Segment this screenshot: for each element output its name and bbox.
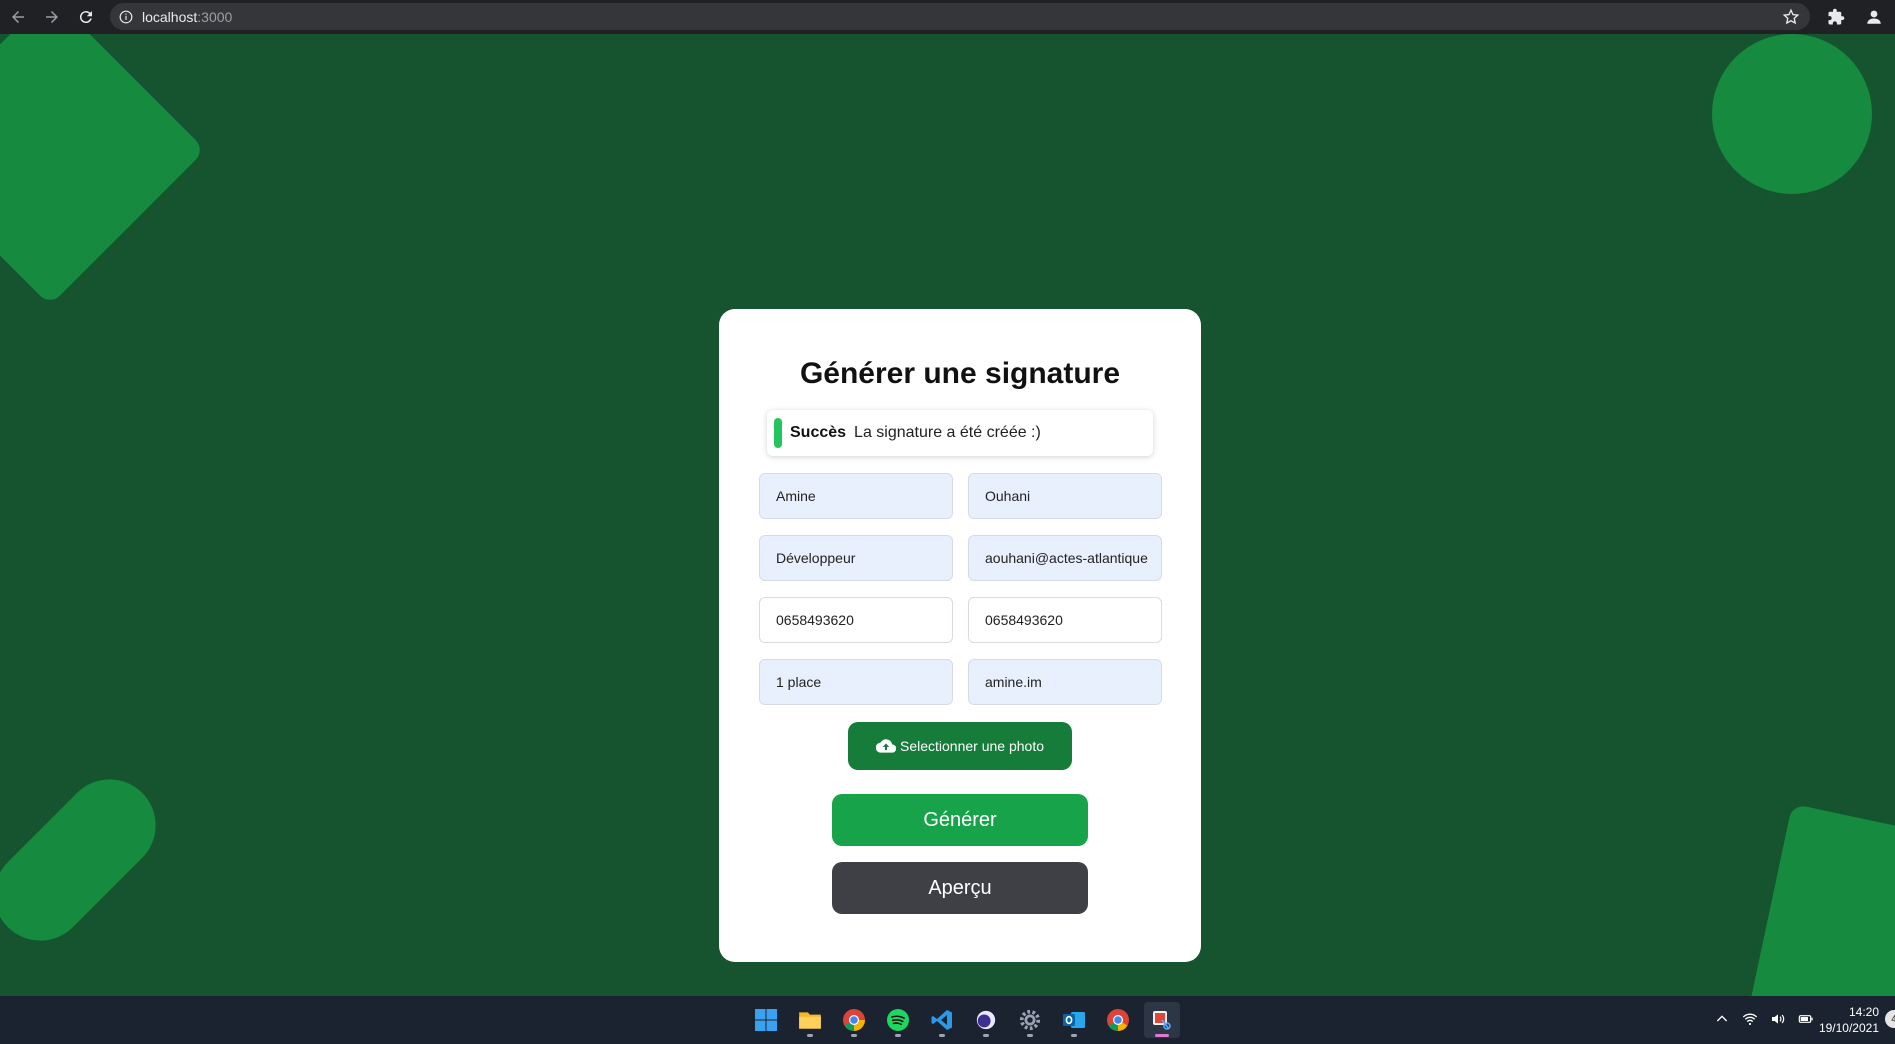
browser-toolbar: localhost:3000 [0,0,1895,34]
profile-icon[interactable] [1863,6,1885,28]
system-clock[interactable]: 14:20 19/10/2021 [1819,1004,1879,1036]
success-alert: Succès La signature a été créée :) [767,410,1153,456]
select-photo-label: Selectionner une photo [900,738,1044,754]
alert-title: Succès [790,424,847,441]
battery-icon[interactable] [1797,1010,1815,1028]
vscode-icon[interactable] [924,1002,960,1038]
chrome-icon[interactable] [1100,1002,1136,1038]
job-title-field[interactable]: Développeur [759,535,953,581]
chevron-up-icon[interactable] [1713,1010,1731,1028]
spotify-icon[interactable] [880,1002,916,1038]
form-title: Générer une signature [799,357,1121,390]
alert-message: La signature a été créée :) [854,424,1041,441]
running-indicator [983,1034,989,1037]
file-explorer-icon[interactable] [792,1002,828,1038]
running-indicator [807,1034,813,1037]
url-host: localhost [142,8,198,25]
windows-taskbar: 14:20 19/10/2021 4 [0,996,1895,1044]
decorative-circle-shape [1712,34,1872,194]
decorative-pill-shape [0,760,175,960]
last-name-field[interactable]: Ouhani [968,473,1162,519]
signature-form-card: Générer une signature Succès La signatur… [719,309,1201,962]
windows-start-icon[interactable] [748,1002,784,1038]
select-photo-button[interactable]: Selectionner une photo [848,722,1072,770]
decorative-tilted-shape [1742,803,1895,996]
mobile-phone-field[interactable]: 0658493620 [968,597,1162,643]
volume-icon[interactable] [1769,1010,1787,1028]
running-indicator [1155,1034,1169,1037]
running-indicator [1071,1034,1077,1037]
star-icon[interactable] [1782,8,1800,26]
app-icon[interactable] [968,1002,1004,1038]
extensions-icon[interactable] [1825,6,1847,28]
back-arrow-icon[interactable] [2,1,34,33]
clock-time: 14:20 [1848,1005,1879,1019]
notification-badge[interactable]: 4 [1885,1010,1895,1028]
url-text: localhost:3000 [142,9,232,25]
clock-date: 19/10/2021 [1818,1021,1879,1035]
address-bar[interactable]: localhost:3000 [110,3,1810,30]
info-icon[interactable] [118,9,134,25]
address-field[interactable]: 1 place [759,659,953,705]
alert-accent-bar [774,418,782,448]
outlook-icon[interactable] [1056,1002,1092,1038]
generate-button[interactable]: Générer [832,794,1088,846]
chrome-icon[interactable] [836,1002,872,1038]
forward-arrow-icon[interactable] [36,1,68,33]
snipping-tool-icon[interactable] [1144,1002,1180,1038]
email-field[interactable]: aouhani@actes-atlantique [968,535,1162,581]
reload-icon[interactable] [70,1,102,33]
preview-button[interactable]: Aperçu [832,862,1088,914]
decorative-diamond-shape [0,34,206,306]
page-background: Générer une signature Succès La signatur… [0,34,1895,996]
wifi-icon[interactable] [1741,1010,1759,1028]
running-indicator [939,1034,945,1037]
phone-field[interactable]: 0658493620 [759,597,953,643]
running-indicator [851,1034,857,1037]
cloud-upload-icon [876,739,896,753]
first-name-field[interactable]: Amine [759,473,953,519]
url-port: :3000 [197,8,233,25]
settings-icon[interactable] [1012,1002,1048,1038]
running-indicator [895,1034,901,1037]
website-field[interactable]: amine.im [968,659,1162,705]
running-indicator [1027,1034,1033,1037]
